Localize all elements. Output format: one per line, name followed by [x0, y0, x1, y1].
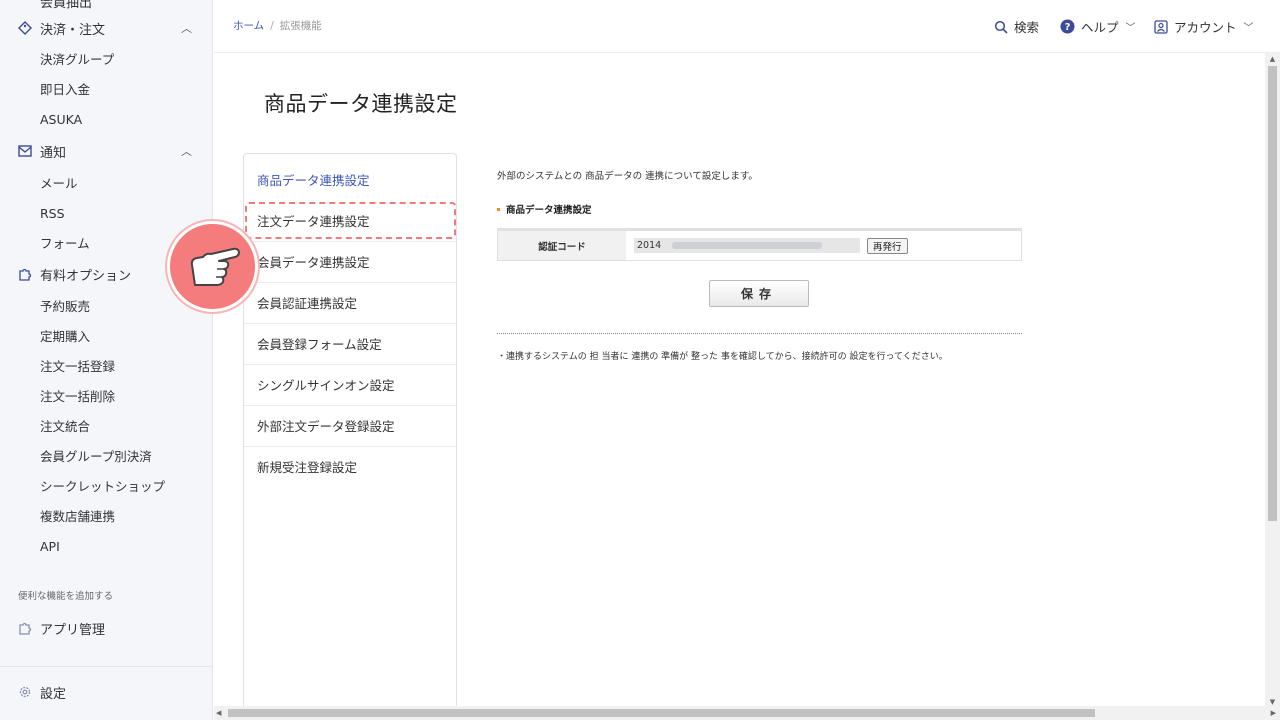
sidebar-item-same-day-deposit[interactable]: 即日入金 — [40, 80, 90, 100]
sidebar-item-label: 設定 — [40, 686, 67, 702]
subnav-item-member-auth[interactable]: 会員認証連携設定 — [244, 283, 456, 324]
subnav-item-member-data[interactable]: 会員データ連携設定 — [244, 242, 456, 283]
sidebar-item-order-merge[interactable]: 注文統合 — [40, 417, 90, 437]
account-menu[interactable]: アカウント ﹀ — [1154, 17, 1254, 36]
auth-code-field[interactable]: 2014 — [634, 238, 860, 253]
subnav-item-sso[interactable]: シングルサインオン設定 — [244, 365, 456, 406]
sidebar-item-app-manage[interactable]: アプリ管理 — [18, 616, 198, 640]
pointing-hand-icon — [167, 221, 258, 312]
sidebar-item-mail[interactable]: メール — [40, 174, 78, 194]
gear-icon — [18, 685, 32, 699]
search-icon — [994, 20, 1008, 34]
vertical-scrollbar[interactable]: ▲ ▼ — [1265, 53, 1280, 708]
section-mark — [497, 207, 500, 211]
chevron-up-icon[interactable]: ︿ — [181, 20, 192, 36]
sidebar-item-secret-shop[interactable]: シークレットショップ — [40, 477, 165, 497]
chevron-down-icon: ﹀ — [1125, 23, 1136, 34]
sidebar-item-bulk-order-delete[interactable]: 注文一括削除 — [40, 387, 115, 407]
subnav-item-external-order[interactable]: 外部注文データ登録設定 — [244, 406, 456, 447]
sidebar-note: 便利な機能を追加する — [18, 591, 114, 602]
tag-icon — [18, 21, 32, 35]
save-button[interactable]: 保存 — [709, 280, 809, 307]
auth-code-blurred — [672, 242, 822, 249]
help-label: ヘルプ — [1081, 20, 1119, 35]
auth-code-label: 認証コード — [498, 231, 626, 260]
horizontal-scroll-thumb[interactable] — [228, 709, 1095, 717]
sidebar-item-preorder[interactable]: 予約販売 — [40, 297, 90, 317]
dotted-divider — [497, 333, 1022, 334]
chevron-down-icon: ﹀ — [1243, 23, 1254, 34]
horizontal-scrollbar[interactable]: ◀ ▶ — [214, 706, 1280, 720]
page-title: 商品データ連携設定 — [264, 92, 458, 116]
auth-code-table: 認証コード 2014 再発行 — [497, 228, 1022, 261]
help-menu[interactable]: ? ヘルプ ﹀ — [1060, 17, 1136, 36]
sidebar-item-multi-store[interactable]: 複数店舗連携 — [40, 507, 115, 527]
subnav-item-member-form[interactable]: 会員登録フォーム設定 — [244, 324, 456, 365]
breadcrumb-home-link[interactable]: ホーム — [233, 20, 264, 32]
auth-code-cell: 2014 再発行 — [626, 231, 1021, 260]
sidebar: 会員抽出 決済・注文 ︿ 決済グループ 即日入金 ASUKA 通知 ︿ メール … — [0, 0, 213, 720]
sidebar-item-settings[interactable]: 設定 — [18, 680, 198, 704]
highlight-dashed-box — [245, 202, 456, 239]
account-icon — [1154, 19, 1168, 34]
chevron-up-icon[interactable]: ︿ — [181, 143, 192, 159]
sidebar-item-rss[interactable]: RSS — [40, 204, 65, 224]
breadcrumb: ホーム / 拡張機能 — [233, 18, 322, 33]
svg-text:?: ? — [1065, 22, 1071, 33]
subnav-item-product-data[interactable]: 商品データ連携設定 — [244, 160, 456, 201]
sidebar-item-payment-group[interactable]: 決済グループ — [40, 50, 114, 70]
sidebar-item-form[interactable]: フォーム — [40, 234, 90, 254]
sidebar-item-member-extract[interactable]: 会員抽出 — [40, 0, 92, 11]
mail-icon — [18, 144, 32, 158]
sidebar-divider — [0, 666, 212, 667]
breadcrumb-separator: / — [270, 20, 274, 32]
puzzle-icon — [18, 267, 32, 281]
sidebar-group-label: 通知 — [40, 145, 67, 161]
sidebar-group-label: 有料オプション — [40, 268, 132, 284]
scroll-left-arrow-icon[interactable]: ◀ — [216, 706, 221, 720]
content-note: ・連携するシステムの 担 当者に 連携の 準備が 整った 事を確認してから、接続… — [497, 352, 948, 362]
sidebar-item-subscription[interactable]: 定期購入 — [40, 327, 90, 347]
auth-code-value: 2014 — [637, 240, 662, 251]
sidebar-group-label: 決済・注文 — [40, 22, 106, 38]
vertical-scroll-thumb[interactable] — [1268, 66, 1277, 521]
sidebar-group-payment[interactable]: 決済・注文 ︿ — [18, 16, 198, 40]
sidebar-item-label: アプリ管理 — [40, 622, 106, 638]
top-bar: ホーム / 拡張機能 検索 ? ヘルプ ﹀ アカウント ﹀ — [214, 0, 1280, 53]
help-icon: ? — [1060, 19, 1075, 34]
search-button[interactable]: 検索 — [994, 17, 1039, 36]
scroll-right-arrow-icon[interactable]: ▶ — [1271, 706, 1276, 720]
content-description: 外部のシステムとの 商品データの 連携について設定します。 — [497, 171, 758, 182]
breadcrumb-current: 拡張機能 — [279, 20, 322, 32]
section-title: 商品データ連携設定 — [506, 205, 592, 216]
search-label: 検索 — [1014, 20, 1040, 35]
reissue-button[interactable]: 再発行 — [867, 237, 908, 254]
sidebar-group-notification[interactable]: 通知 ︿ — [18, 139, 198, 163]
account-label: アカウント — [1174, 20, 1237, 35]
puzzle-icon — [18, 621, 32, 635]
sidebar-item-group-payment[interactable]: 会員グループ別決済 — [40, 447, 152, 467]
scroll-up-arrow-icon[interactable]: ▲ — [1265, 53, 1280, 65]
sidebar-item-bulk-order-register[interactable]: 注文一括登録 — [40, 357, 115, 377]
sidebar-item-api[interactable]: API — [40, 537, 60, 557]
subnav-item-new-order[interactable]: 新規受注登録設定 — [244, 447, 456, 488]
section-heading: 商品データ連携設定 — [497, 202, 592, 216]
sidebar-item-asuka[interactable]: ASUKA — [40, 110, 82, 130]
